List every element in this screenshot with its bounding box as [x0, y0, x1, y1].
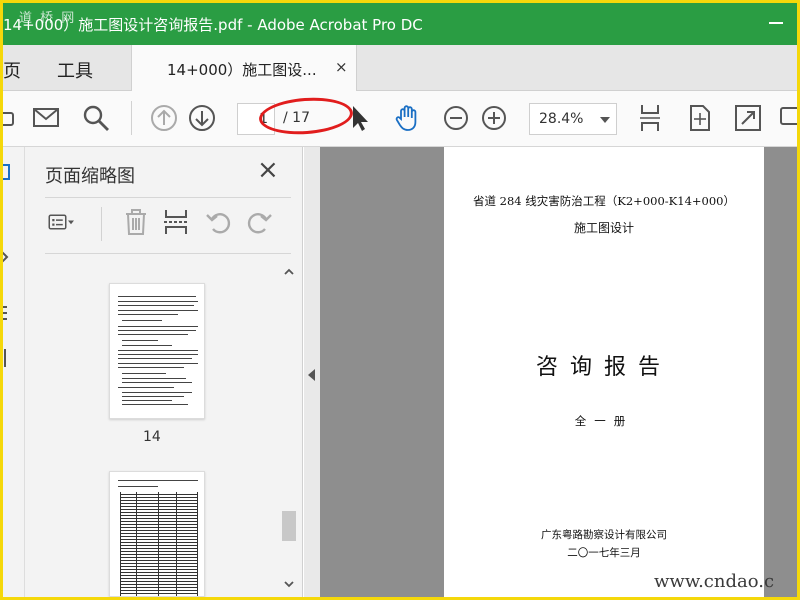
attachments-icon[interactable]: [3, 303, 13, 323]
panel-divider: [45, 253, 291, 254]
fullscreen-icon[interactable]: [733, 103, 763, 133]
hand-icon[interactable]: [393, 103, 423, 133]
delete-icon[interactable]: [121, 207, 151, 237]
document-page: 省道 284 线灾害防治工程（K2+000-K14+000） 施工图设计 咨询报…: [444, 147, 764, 597]
panel-splitter[interactable]: [304, 147, 320, 597]
email-icon[interactable]: [31, 103, 61, 133]
comment-icon[interactable]: [779, 103, 797, 133]
zoom-in-icon[interactable]: [479, 103, 509, 133]
next-page-icon[interactable]: [187, 103, 217, 133]
company-name: 广东粤路勘察设计有限公司: [541, 529, 667, 541]
left-nav-strip: [3, 147, 25, 597]
tab-bar: 主页 工具 14+000）施工图设... ×: [3, 45, 797, 91]
scrollbar-thumb[interactable]: [282, 511, 296, 541]
site-watermark: 道 桥 网: [19, 11, 77, 26]
project-title: 省道 284 线灾害防治工程（K2+000-K14+000）: [473, 194, 735, 208]
select-cursor-icon[interactable]: [345, 103, 375, 133]
fit-page-icon[interactable]: [685, 103, 715, 133]
bookmarks-icon[interactable]: [3, 247, 13, 267]
site-watermark-bottom: www.cndao.c: [654, 571, 775, 592]
fit-width-icon[interactable]: [635, 103, 665, 133]
app-window: 14+000）施工图设计咨询报告.pdf - Adobe Acrobat Pro…: [3, 3, 797, 597]
panel-divider: [45, 197, 291, 198]
zoom-value: 28.4%: [539, 111, 584, 127]
prev-page-icon[interactable]: [149, 103, 179, 133]
volume-label: 全一册: [574, 414, 634, 428]
zoom-select[interactable]: 28.4%: [529, 103, 617, 135]
page-thumbnail[interactable]: [109, 471, 205, 597]
print-icon[interactable]: [3, 103, 21, 133]
report-date: 二〇一七年三月: [567, 547, 641, 559]
tab-document[interactable]: 14+000）施工图设... ×: [131, 45, 357, 91]
search-icon[interactable]: [81, 103, 111, 133]
scroll-up-icon[interactable]: [282, 265, 296, 279]
tab-home[interactable]: 主页: [3, 57, 21, 83]
highlight-annotation-oval: [257, 94, 355, 138]
page-thumbnail[interactable]: [109, 283, 205, 419]
document-view: 省道 284 线灾害防治工程（K2+000-K14+000） 施工图设计 咨询报…: [320, 147, 797, 597]
design-stage: 施工图设计: [573, 221, 634, 235]
chevron-down-icon: [600, 117, 610, 123]
title-bar: 14+000）施工图设计咨询报告.pdf - Adobe Acrobat Pro…: [3, 3, 797, 45]
rotate-right-icon[interactable]: [245, 207, 275, 237]
toolbar-separator: [131, 101, 132, 135]
report-title: 咨询报告: [535, 355, 672, 380]
scroll-down-icon[interactable]: [282, 577, 296, 591]
rotate-left-icon[interactable]: [203, 207, 233, 237]
panel-toolbar-separator: [101, 207, 102, 241]
thumbnails-panel: 页面缩略图 × 14: [25, 147, 303, 597]
minimize-button[interactable]: [769, 22, 783, 24]
collapse-panel-icon[interactable]: [308, 369, 315, 381]
extract-pages-icon[interactable]: [161, 207, 191, 237]
layers-icon[interactable]: [3, 347, 13, 369]
document-tab-label: 14+000）施工图设...: [167, 61, 317, 79]
page-thumbnails-icon[interactable]: [3, 163, 13, 183]
thumbnail-page-label: 14: [143, 429, 161, 445]
panel-title: 页面缩略图: [45, 166, 135, 187]
toolbar: 1 / 17 28.4%: [3, 91, 797, 147]
tab-tools[interactable]: 工具: [57, 57, 93, 83]
zoom-out-icon[interactable]: [441, 103, 471, 133]
thumbnail-scrollbar[interactable]: [279, 259, 299, 597]
options-menu-icon[interactable]: [47, 207, 77, 237]
close-panel-icon[interactable]: ×: [257, 157, 279, 183]
close-tab-icon[interactable]: ×: [335, 58, 348, 76]
